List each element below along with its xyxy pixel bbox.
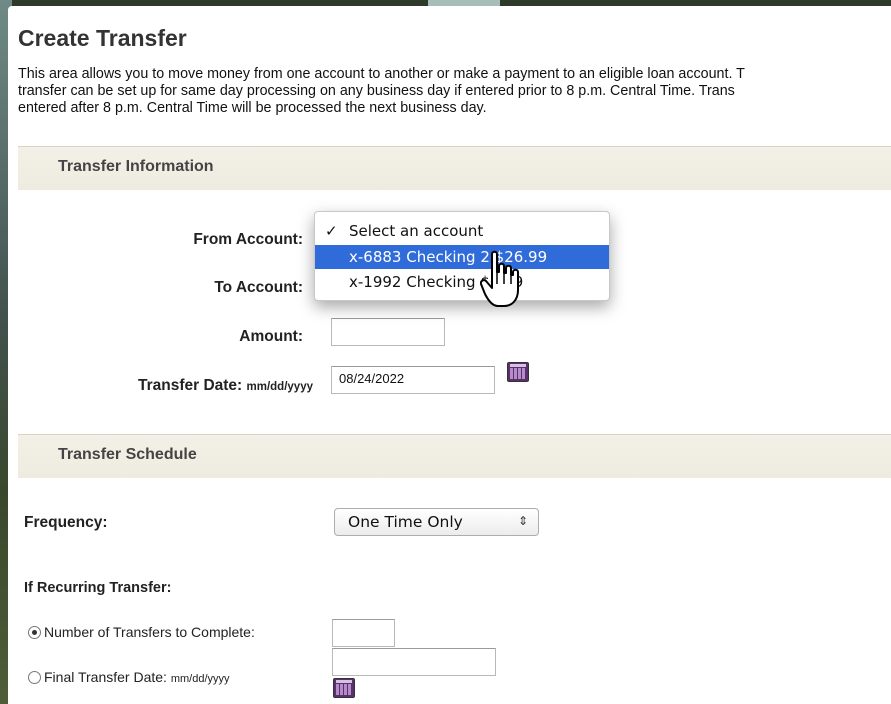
dropdown-option-highlighted[interactable]: x-6883 Checking 2 $26.99: [315, 245, 609, 269]
intro-text: This area allows you to move money from …: [18, 66, 888, 117]
final-date-format-hint: mm/dd/yyyy: [170, 673, 230, 685]
calendar-icon[interactable]: [333, 678, 355, 698]
to-account-label: To Account:: [214, 279, 303, 296]
frequency-value: One Time Only: [348, 513, 463, 531]
number-of-transfers-radio[interactable]: [28, 626, 41, 639]
date-format-hint: mm/dd/yyyy: [246, 381, 313, 393]
amount-input[interactable]: [331, 318, 445, 346]
intro-line: This area allows you to move money from …: [18, 66, 745, 82]
hand-pointer-cursor-icon: [480, 250, 519, 307]
section-title: Transfer Information: [58, 158, 214, 175]
recurring-label: If Recurring Transfer:: [24, 580, 172, 596]
final-transfer-date-label: Final Transfer Date: mm/dd/yyyy: [44, 669, 230, 685]
section-title: Transfer Schedule: [58, 446, 197, 463]
dropdown-option[interactable]: ✓ Select an account: [315, 219, 609, 243]
dropdown-option[interactable]: x-1992 Checking $0.39: [315, 270, 609, 294]
amount-label: Amount:: [239, 328, 303, 345]
intro-line: entered after 8 p.m. Central Time will b…: [18, 100, 487, 116]
select-arrows-icon: ⇕: [517, 514, 528, 528]
final-transfer-date-label-text: Final Transfer Date:: [44, 669, 167, 685]
number-of-transfers-input[interactable]: [332, 619, 395, 647]
option-label: Select an account: [349, 222, 484, 240]
frequency-label: Frequency:: [24, 514, 108, 531]
number-of-transfers-label: Number of Transfers to Complete:: [44, 624, 255, 640]
page-title: Create Transfer: [18, 25, 187, 51]
frequency-select[interactable]: One Time Only ⇕: [334, 508, 539, 536]
final-transfer-date-input[interactable]: [332, 648, 496, 676]
final-transfer-date-radio[interactable]: [28, 671, 41, 684]
transfer-date-input[interactable]: 08/24/2022: [331, 366, 495, 394]
transfer-date-label: Transfer Date: mm/dd/yyyy: [80, 377, 313, 395]
calendar-icon[interactable]: [507, 362, 529, 382]
transfer-schedule-header: Transfer Schedule: [18, 434, 891, 478]
from-account-dropdown[interactable]: ✓ Select an account x-6883 Checking 2 $2…: [314, 211, 610, 301]
from-account-label: From Account:: [193, 231, 303, 248]
transfer-information-header: Transfer Information: [18, 146, 891, 190]
transfer-date-label-text: Transfer Date:: [137, 377, 243, 394]
intro-line: transfer can be set up for same day proc…: [18, 83, 735, 99]
checkmark-icon: ✓: [325, 222, 338, 240]
